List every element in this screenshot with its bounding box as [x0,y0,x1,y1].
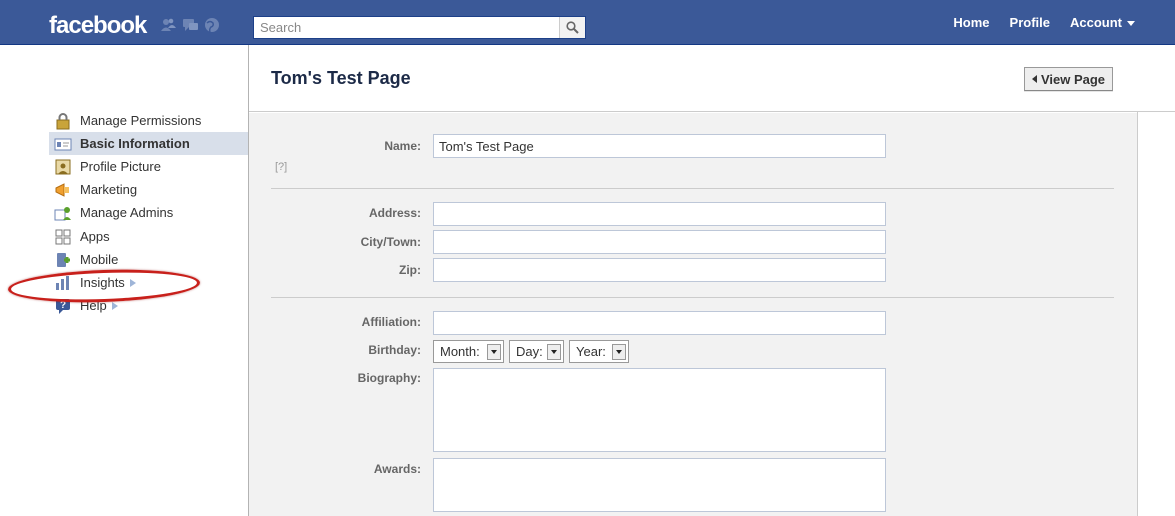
sidebar-item-label: Mobile [80,252,119,267]
apps-icon [55,229,71,244]
zip-label: Zip: [399,263,421,277]
section-divider [271,297,1114,298]
sidebar: Manage Permissions Basic Information Pro… [0,46,248,516]
sidebar-item-manage-permissions[interactable]: Manage Permissions [49,109,248,132]
city-label: City/Town: [360,235,421,249]
section-divider [271,188,1114,189]
month-select-value: Month: [440,344,480,359]
top-bar: facebook Home Profile Account [0,0,1175,45]
notification-jewels [159,16,221,36]
mobile-icon [57,252,70,267]
dropdown-arrow-icon [612,344,626,360]
city-field[interactable] [433,230,886,254]
search-box [253,16,586,39]
affiliation-field[interactable] [433,311,886,335]
sidebar-item-label: Marketing [80,182,138,197]
sidebar-item-profile-picture[interactable]: Profile Picture [49,155,248,178]
sidebar-item-label: Profile Picture [80,159,161,174]
biography-label: Biography: [357,371,421,385]
id-card-icon [54,138,72,150]
dropdown-arrow-icon [547,344,561,360]
sidebar-item-label: Apps [80,229,110,244]
lock-icon [56,112,70,129]
sidebar-item-marketing[interactable]: Marketing [49,178,248,201]
year-select-value: Year: [576,344,606,359]
top-nav: Home Profile Account [943,0,1145,45]
view-page-button[interactable]: View Page [1024,67,1113,91]
nav-account-label: Account [1070,15,1122,30]
friend-requests-icon[interactable] [159,16,177,34]
admins-icon [54,206,71,220]
nav-home-link[interactable]: Home [943,0,999,45]
awards-field[interactable] [433,458,886,512]
sidebar-item-label: Manage Admins [80,205,174,220]
page-title: Tom's Test Page [271,68,411,88]
back-arrow-icon [1031,75,1037,83]
name-field[interactable] [433,134,886,158]
sidebar-item-basic-information[interactable]: Basic Information [49,132,248,155]
dropdown-arrow-icon [487,344,501,360]
facebook-logo[interactable]: facebook [49,12,147,40]
name-label: Name: [384,139,421,153]
birthday-month-select[interactable]: Month: [433,340,504,363]
search-input[interactable] [254,17,559,38]
day-select-value: Day: [516,344,543,359]
megaphone-icon [55,182,69,197]
biography-field[interactable] [433,368,886,452]
notifications-globe-icon[interactable] [203,16,221,34]
arrow-right-icon [111,301,118,310]
nav-account-menu[interactable]: Account [1060,0,1145,45]
address-label: Address: [368,206,421,220]
sidebar-item-mobile[interactable]: Mobile [49,248,248,271]
messages-icon[interactable] [181,16,199,34]
nav-profile-link[interactable]: Profile [1000,0,1060,45]
search-icon [566,21,579,34]
picture-icon [55,159,71,174]
birthday-label: Birthday: [368,343,421,357]
search-button[interactable] [559,17,585,38]
chevron-down-icon [1127,21,1135,27]
zip-field[interactable] [433,258,886,282]
help-hint[interactable]: [?] [275,161,287,173]
sidebar-item-apps[interactable]: Apps [49,225,248,248]
address-field[interactable] [433,202,886,226]
sidebar-item-label: Manage Permissions [80,113,202,128]
awards-label: Awards: [373,462,421,476]
birthday-day-select[interactable]: Day: [509,340,564,363]
form-right-edge [1137,112,1138,516]
view-page-label: View Page [1040,71,1106,87]
affiliation-label: Affiliation: [361,315,421,329]
sidebar-item-manage-admins[interactable]: Manage Admins [49,201,248,224]
birthday-year-select[interactable]: Year: [569,340,629,363]
sidebar-item-label: Basic Information [80,136,190,151]
